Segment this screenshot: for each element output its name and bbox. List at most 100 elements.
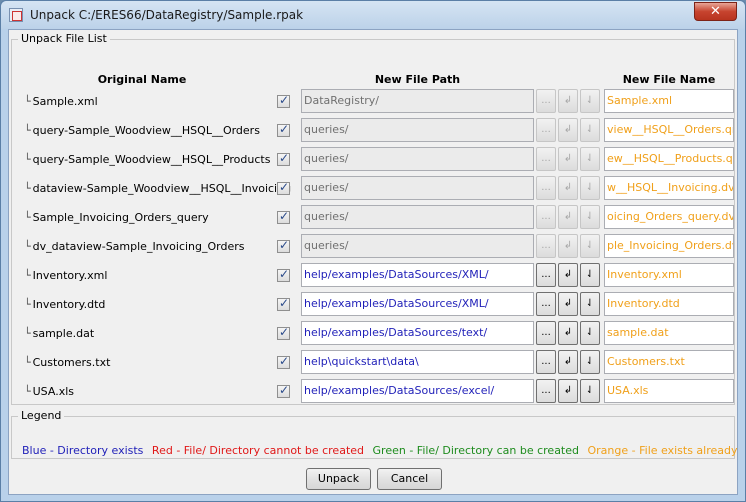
apply-path-icon[interactable]: ↲ bbox=[558, 147, 578, 171]
include-checkbox[interactable] bbox=[277, 209, 290, 224]
tree-branch-icon: └ bbox=[24, 327, 31, 340]
apply-path-icon[interactable]: ↲ bbox=[558, 234, 578, 258]
apply-path-all-icon[interactable]: ⇃ bbox=[580, 234, 600, 258]
browse-button[interactable]: ... bbox=[536, 350, 556, 374]
include-checkbox[interactable] bbox=[277, 383, 290, 398]
unpack-button[interactable]: Unpack bbox=[306, 468, 371, 490]
include-checkbox[interactable] bbox=[277, 180, 290, 195]
legend-blue: Blue - Directory exists bbox=[22, 444, 144, 457]
original-name: └ Sample_Invoicing_Orders_query bbox=[24, 211, 209, 224]
apply-path-icon[interactable]: ↲ bbox=[558, 321, 578, 345]
new-file-name-field[interactable]: Inventory.xml bbox=[604, 263, 734, 287]
close-button[interactable]: ✕ bbox=[694, 2, 737, 21]
new-file-path-field[interactable]: queries/ bbox=[301, 205, 534, 229]
browse-button[interactable]: ... bbox=[536, 234, 556, 258]
apply-path-all-icon[interactable]: ⇃ bbox=[580, 176, 600, 200]
include-checkbox[interactable] bbox=[277, 122, 290, 137]
original-name-text: query-Sample_Woodview__HSQL__Products bbox=[32, 153, 271, 166]
browse-button[interactable]: ... bbox=[536, 89, 556, 113]
apply-path-all-icon[interactable]: ⇃ bbox=[580, 379, 600, 403]
apply-path-icon[interactable]: ↲ bbox=[558, 379, 578, 403]
apply-path-icon[interactable]: ↲ bbox=[558, 176, 578, 200]
browse-button[interactable]: ... bbox=[536, 292, 556, 316]
apply-path-icon[interactable]: ↲ bbox=[558, 350, 578, 374]
original-name-text: sample.dat bbox=[32, 327, 95, 340]
new-file-name-field[interactable]: view__HSQL__Orders.qry bbox=[604, 118, 734, 142]
new-file-path-field[interactable]: help/examples/DataSources/XML/ bbox=[301, 263, 534, 287]
original-name: └ dataview-Sample_Woodview__HSQL__Invoici… bbox=[24, 182, 291, 195]
apply-path-icon[interactable]: ↲ bbox=[558, 205, 578, 229]
header-original-name: Original Name bbox=[97, 73, 187, 86]
browse-button[interactable]: ... bbox=[536, 176, 556, 200]
include-checkbox[interactable] bbox=[277, 267, 290, 282]
tree-branch-icon: └ bbox=[24, 298, 31, 311]
header-new-file-path: New File Path bbox=[374, 73, 461, 86]
new-file-name-field[interactable]: sample.dat bbox=[604, 321, 734, 345]
new-file-path-field[interactable]: help/examples/DataSources/excel/ bbox=[301, 379, 534, 403]
apply-path-icon[interactable]: ↲ bbox=[558, 89, 578, 113]
new-file-name-field[interactable]: ple_Invoicing_Orders.dvw bbox=[604, 234, 734, 258]
legend-red: Red - File/ Directory cannot be created bbox=[151, 444, 365, 457]
new-file-name-field[interactable]: USA.xls bbox=[604, 379, 734, 403]
apply-path-icon[interactable]: ↲ bbox=[558, 118, 578, 142]
original-name: └ query-Sample_Woodview__HSQL__Orders bbox=[24, 124, 260, 137]
apply-path-all-icon[interactable]: ⇃ bbox=[580, 118, 600, 142]
browse-button[interactable]: ... bbox=[536, 205, 556, 229]
include-checkbox[interactable] bbox=[277, 325, 290, 340]
tree-branch-icon: └ bbox=[24, 385, 31, 398]
new-file-path-field[interactable]: help/examples/DataSources/text/ bbox=[301, 321, 534, 345]
apply-path-all-icon[interactable]: ⇃ bbox=[580, 350, 600, 374]
new-file-path-field[interactable]: DataRegistry/ bbox=[301, 89, 534, 113]
apply-path-all-icon[interactable]: ⇃ bbox=[580, 321, 600, 345]
new-file-name-field[interactable]: ew__HSQL__Products.qry bbox=[604, 147, 734, 171]
tree-branch-icon: └ bbox=[24, 95, 31, 108]
include-checkbox[interactable] bbox=[277, 354, 290, 369]
tree-branch-icon: └ bbox=[24, 269, 31, 282]
file-row: └ USA.xls help/examples/DataSources/excel/… bbox=[12, 377, 740, 406]
original-name: └ query-Sample_Woodview__HSQL__Products bbox=[24, 153, 270, 166]
legend-items: Blue - Directory exists Red - File/ Dire… bbox=[22, 444, 743, 457]
include-checkbox[interactable] bbox=[277, 151, 290, 166]
browse-button[interactable]: ... bbox=[536, 118, 556, 142]
new-file-name-field[interactable]: Sample.xml bbox=[604, 89, 734, 113]
original-name-text: Inventory.dtd bbox=[32, 298, 106, 311]
apply-path-all-icon[interactable]: ⇃ bbox=[580, 89, 600, 113]
browse-button[interactable]: ... bbox=[536, 379, 556, 403]
apply-path-all-icon[interactable]: ⇃ bbox=[580, 205, 600, 229]
new-file-name-field[interactable]: Inventory.dtd bbox=[604, 292, 734, 316]
new-file-path-field[interactable]: help\quickstart\data\ bbox=[301, 350, 534, 374]
apply-path-icon[interactable]: ↲ bbox=[558, 292, 578, 316]
legend-group: Legend Blue - Directory exists Red - Fil… bbox=[11, 409, 738, 459]
title-bar: Unpack C:/ERES66/DataRegistry/Sample.rpa… bbox=[1, 1, 745, 29]
original-name-text: Sample_Invoicing_Orders_query bbox=[32, 211, 209, 224]
include-checkbox[interactable] bbox=[277, 296, 290, 311]
original-name: └ Sample.xml bbox=[24, 95, 98, 108]
apply-path-all-icon[interactable]: ⇃ bbox=[580, 263, 600, 287]
file-row: └query-Sample_Woodview__HSQL__Orders quer… bbox=[12, 116, 740, 145]
legend-title: Legend bbox=[18, 409, 65, 422]
browse-button[interactable]: ... bbox=[536, 321, 556, 345]
new-file-path-field[interactable]: queries/ bbox=[301, 147, 534, 171]
file-row: └Inventory.dtdhelp/examples/DataSources/… bbox=[12, 290, 740, 319]
dialog-body: Unpack File List Original Name New File … bbox=[8, 29, 738, 495]
browse-button[interactable]: ... bbox=[536, 263, 556, 287]
include-checkbox[interactable] bbox=[277, 93, 290, 108]
cancel-button[interactable]: Cancel bbox=[377, 468, 442, 490]
apply-path-all-icon[interactable]: ⇃ bbox=[580, 292, 600, 316]
apply-path-all-icon[interactable]: ⇃ bbox=[580, 147, 600, 171]
new-file-path-field[interactable]: queries/ bbox=[301, 234, 534, 258]
new-file-name-field[interactable]: oicing_Orders_query.dvw bbox=[604, 205, 734, 229]
apply-path-icon[interactable]: ↲ bbox=[558, 263, 578, 287]
new-file-path-field[interactable]: help/examples/DataSources/XML/ bbox=[301, 292, 534, 316]
new-file-path-field[interactable]: queries/ bbox=[301, 176, 534, 200]
new-file-name-field[interactable]: w__HSQL__Invoicing.dvw bbox=[604, 176, 734, 200]
file-row: └sample.dathelp/examples/DataSources/tex… bbox=[12, 319, 740, 348]
file-row: └dv_dataview-Sample_Invoicing_Orders quer… bbox=[12, 232, 740, 261]
new-file-name-field[interactable]: Customers.txt bbox=[604, 350, 734, 374]
file-row: └ Inventory.xml help/examples/DataSources/… bbox=[12, 261, 740, 290]
include-checkbox[interactable] bbox=[277, 238, 290, 253]
browse-button[interactable]: ... bbox=[536, 147, 556, 171]
new-file-path-field[interactable]: queries/ bbox=[301, 118, 534, 142]
unpack-file-list-title: Unpack File List bbox=[18, 32, 110, 45]
window-title: Unpack C:/ERES66/DataRegistry/Sample.rpa… bbox=[30, 8, 304, 22]
